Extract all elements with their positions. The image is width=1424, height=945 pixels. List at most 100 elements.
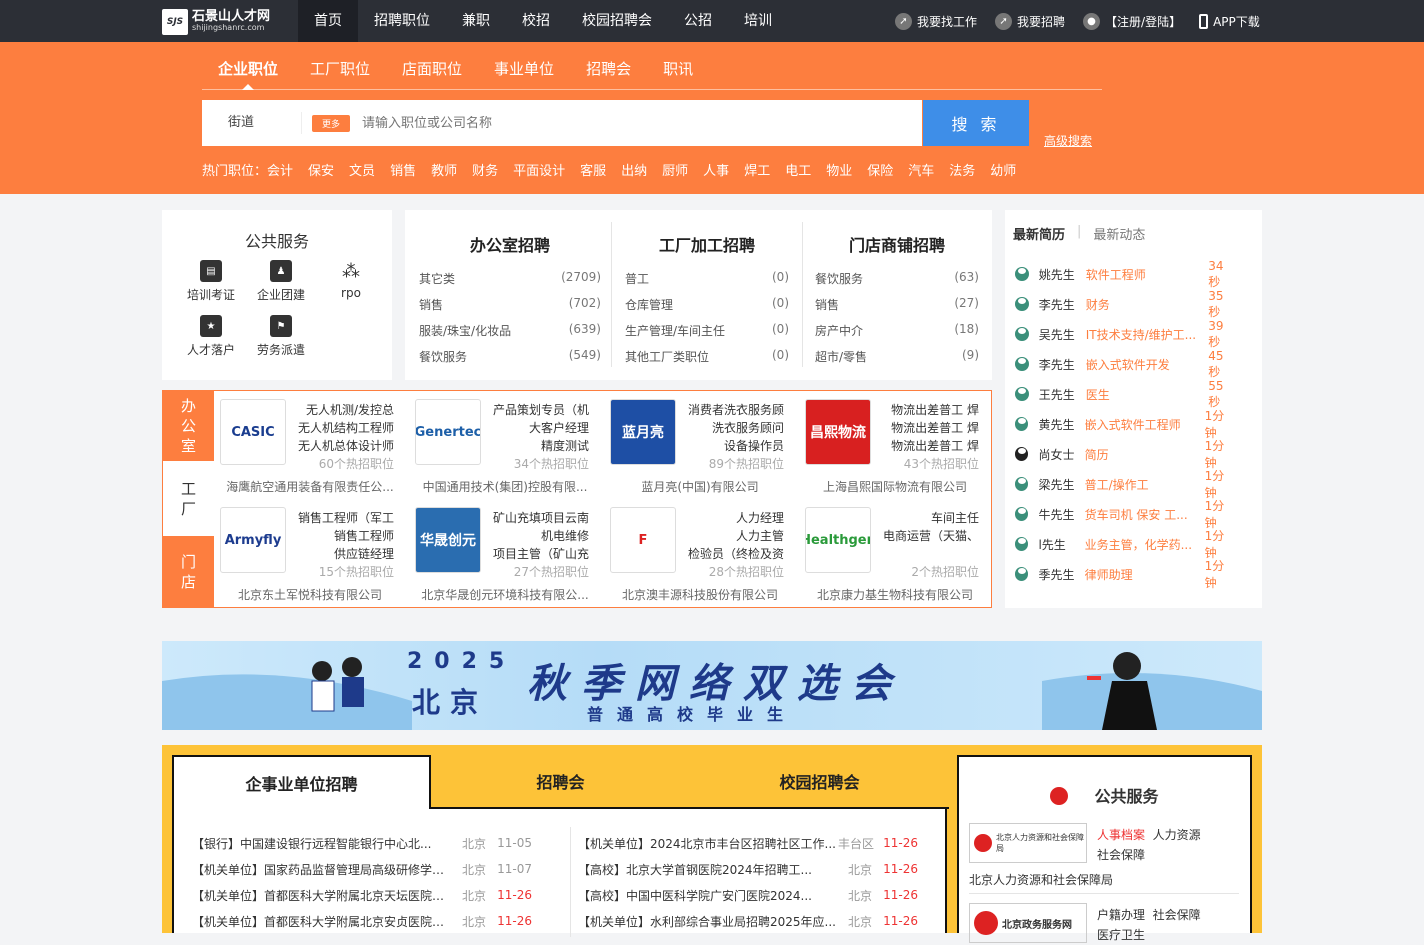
company-logo[interactable]: Armyfly xyxy=(220,507,286,573)
company-jobs[interactable]: 销售工程师（军工 销售工程师 供应链经理 xyxy=(288,509,394,563)
news-row[interactable]: 【机关单位】首都医科大学附属北京安贞医院面... 北京 11-26 xyxy=(192,911,532,931)
service-item-0[interactable]: ▤ 培训考证 xyxy=(176,260,246,303)
search-button[interactable]: 搜 索 xyxy=(923,100,1029,146)
resume-row[interactable]: 王先生 医生 55秒 xyxy=(1015,379,1235,409)
hot-job-link[interactable]: 客服 xyxy=(580,160,606,179)
company-name[interactable]: 北京澳丰源科技股份有限公司 xyxy=(610,586,790,603)
app-download-link[interactable]: APP下载 xyxy=(1199,13,1260,30)
hot-job-link[interactable]: 销售 xyxy=(390,160,416,179)
news-row[interactable]: 【高校】中国中医科学院广安门医院2024... 北京 11-26 xyxy=(578,885,918,905)
category-row[interactable]: 仓库管理 (0) xyxy=(625,296,789,313)
hot-job-link[interactable]: 会计 xyxy=(267,160,293,179)
company-logo[interactable]: F xyxy=(610,507,676,573)
category-row[interactable]: 生产管理/车间主任 (0) xyxy=(625,322,789,339)
hot-job-link[interactable]: 平面设计 xyxy=(513,160,565,179)
tab-factory[interactable]: 工厂职位 xyxy=(294,54,386,89)
resume-row[interactable]: 李先生 财务 35秒 xyxy=(1015,289,1235,319)
news-row[interactable]: 【机关单位】2024北京市丰台区招聘社区工作... 丰台区 11-26 xyxy=(578,833,918,853)
company-name[interactable]: 海鹰航空通用装备有限责任公... xyxy=(220,478,400,495)
find-job-link[interactable]: ➚ 我要找工作 xyxy=(895,12,977,30)
company-logo[interactable]: Genertec xyxy=(415,399,481,465)
tab-latest-resumes[interactable]: 最新简历 xyxy=(1013,224,1065,243)
company-name[interactable]: 北京康力基生物科技有限公司 xyxy=(805,586,985,603)
company-logo[interactable]: 华晟创元 xyxy=(415,507,481,573)
category-row[interactable]: 餐饮服务 (63) xyxy=(815,270,979,287)
nav-campus[interactable]: 校招 xyxy=(506,0,566,42)
category-title[interactable]: 门店商铺招聘 xyxy=(815,232,979,256)
company-logo[interactable]: CASIC xyxy=(220,399,286,465)
tag-social-security[interactable]: 社会保障 xyxy=(1097,848,1145,862)
category-row[interactable]: 超市/零售 (9) xyxy=(815,348,979,365)
company-jobs[interactable]: 物流出差普工 焊 物流出差普工 焊 物流出差普工 焊 xyxy=(873,401,979,455)
campus-fair-banner[interactable]: 2025 北京 秋季网络双选会 普通高校毕业生 xyxy=(162,641,1262,730)
resume-row[interactable]: 黄先生 嵌入式软件工程师 1分钟 xyxy=(1015,409,1235,440)
search-input[interactable] xyxy=(362,115,863,131)
news-row[interactable]: 【机关单位】水利部综合事业局招聘2025年应... 北京 11-26 xyxy=(578,911,918,931)
nav-campus-fair[interactable]: 校园招聘会 xyxy=(566,0,668,42)
resume-row[interactable]: 尚女士 简历 1分钟 xyxy=(1015,439,1235,470)
resume-row[interactable]: 姚先生 软件工程师 34秒 xyxy=(1015,259,1235,289)
hot-job-link[interactable]: 人事 xyxy=(703,160,729,179)
company-card[interactable]: 蓝月亮 消费者洗衣服务顾 洗衣服务顾问 设备操作员 89个热招职位 蓝月亮(中国)有限… xyxy=(610,391,790,494)
hot-job-link[interactable]: 电工 xyxy=(785,160,811,179)
hot-job-link[interactable]: 出纳 xyxy=(621,160,647,179)
company-jobs[interactable]: 车间主任 电商运营（天猫、 xyxy=(873,509,979,545)
site-logo[interactable]: SJS 石景山人才网 shijingshanrc.com xyxy=(162,9,270,35)
nav-parttime[interactable]: 兼职 xyxy=(446,0,506,42)
resume-row[interactable]: 牛先生 货车司机 保安 工... 1分钟 xyxy=(1015,499,1235,530)
hot-job-link[interactable]: 汽车 xyxy=(908,160,934,179)
hot-job-link[interactable]: 焊工 xyxy=(744,160,770,179)
company-jobs[interactable]: 矿山充填项目云南 机电维修 项目主管（矿山充 xyxy=(483,509,589,563)
hot-job-link[interactable]: 厨师 xyxy=(662,160,688,179)
login-link[interactable]: ● 【注册/登陆】 xyxy=(1083,12,1181,30)
service-item-2[interactable]: ⁂ rpo xyxy=(316,260,386,303)
news-row[interactable]: 【机关单位】首都医科大学附属北京天坛医院面... 北京 11-26 xyxy=(192,885,532,905)
hot-job-link[interactable]: 教师 xyxy=(431,160,457,179)
company-logo[interactable]: 蓝月亮 xyxy=(610,399,676,465)
resume-row[interactable]: 李先生 嵌入式软件开发 45秒 xyxy=(1015,349,1235,379)
hot-job-link[interactable]: 财务 xyxy=(472,160,498,179)
company-logo[interactable]: 昌熙物流 xyxy=(805,399,871,465)
news-row[interactable]: 【高校】北京大学首钢医院2024年招聘工... 北京 11-26 xyxy=(578,859,918,879)
side-tab-factory[interactable]: 工厂 xyxy=(163,461,214,536)
company-name[interactable]: 北京华晟创元环境科技有限公... xyxy=(415,586,595,603)
company-name[interactable]: 上海昌熙国际物流有限公司 xyxy=(805,478,985,495)
tag-medical[interactable]: 医疗卫生 xyxy=(1097,928,1145,942)
company-card[interactable]: CASIC 无人机测/发控总 无人机结构工程师 无人机总体设计师 60个热招职位 海鹰… xyxy=(220,391,400,494)
category-row[interactable]: 其他工厂类职位 (0) xyxy=(625,348,789,365)
street-selector[interactable]: 街道 xyxy=(202,112,302,134)
nav-training[interactable]: 培训 xyxy=(728,0,788,42)
company-jobs[interactable]: 无人机测/发控总 无人机结构工程师 无人机总体设计师 xyxy=(288,401,394,455)
company-jobs[interactable]: 消费者洗衣服务顾 洗衣服务顾问 设备操作员 xyxy=(678,401,784,455)
tag-social-security-2[interactable]: 社会保障 xyxy=(1153,908,1201,922)
tab-campus-job-fair[interactable]: 校园招聘会 xyxy=(690,755,949,809)
tab-news[interactable]: 职讯 xyxy=(647,54,709,89)
category-row[interactable]: 服装/珠宝/化妆品 (639) xyxy=(419,322,601,339)
hot-job-link[interactable]: 法务 xyxy=(949,160,975,179)
category-row[interactable]: 其它类 (2709) xyxy=(419,270,601,287)
company-logo[interactable]: Healthgen xyxy=(805,507,871,573)
category-title[interactable]: 工厂加工招聘 xyxy=(625,232,789,256)
nav-home[interactable]: 首页 xyxy=(298,0,358,42)
company-card[interactable]: Armyfly 销售工程师（军工 销售工程师 供应链经理 15个热招职位 北京东土军悦… xyxy=(220,499,400,602)
advanced-search-link[interactable]: 高级搜索 xyxy=(1044,132,1092,149)
company-name[interactable]: 蓝月亮(中国)有限公司 xyxy=(610,478,790,495)
side-tab-office[interactable]: 办公室 xyxy=(163,391,214,461)
resume-row[interactable]: l先生 业务主管，化学药... 1分钟 xyxy=(1015,529,1235,560)
hot-job-link[interactable]: 幼师 xyxy=(990,160,1016,179)
hrss-org-name[interactable]: 北京人力资源和社会保障局 xyxy=(969,871,1113,888)
service-item-1[interactable]: ♟ 企业团建 xyxy=(246,260,316,303)
company-card[interactable]: Genertec 产品策划专员（机 大客户经理 精度测试 34个热招职位 中国通用技术… xyxy=(415,391,595,494)
hire-link[interactable]: ➚ 我要招聘 xyxy=(995,12,1065,30)
hot-job-link[interactable]: 保安 xyxy=(308,160,334,179)
news-row[interactable]: 【银行】中国建设银行远程智能银行中心北... 北京 11-05 xyxy=(192,833,532,853)
tab-store[interactable]: 店面职位 xyxy=(386,54,478,89)
hrss-logo[interactable]: 北京人力资源和社会保障局 xyxy=(969,823,1087,863)
company-name[interactable]: 北京东土军悦科技有限公司 xyxy=(220,586,400,603)
company-name[interactable]: 中国通用技术(集团)控股有限... xyxy=(415,478,595,495)
company-jobs[interactable]: 产品策划专员（机 大客户经理 精度测试 xyxy=(483,401,589,455)
gov-service-logo[interactable]: 北京政务服务网 xyxy=(969,903,1087,943)
tag-human-resources[interactable]: 人力资源 xyxy=(1153,828,1201,842)
hot-job-link[interactable]: 文员 xyxy=(349,160,375,179)
category-title[interactable]: 办公室招聘 xyxy=(419,232,601,256)
